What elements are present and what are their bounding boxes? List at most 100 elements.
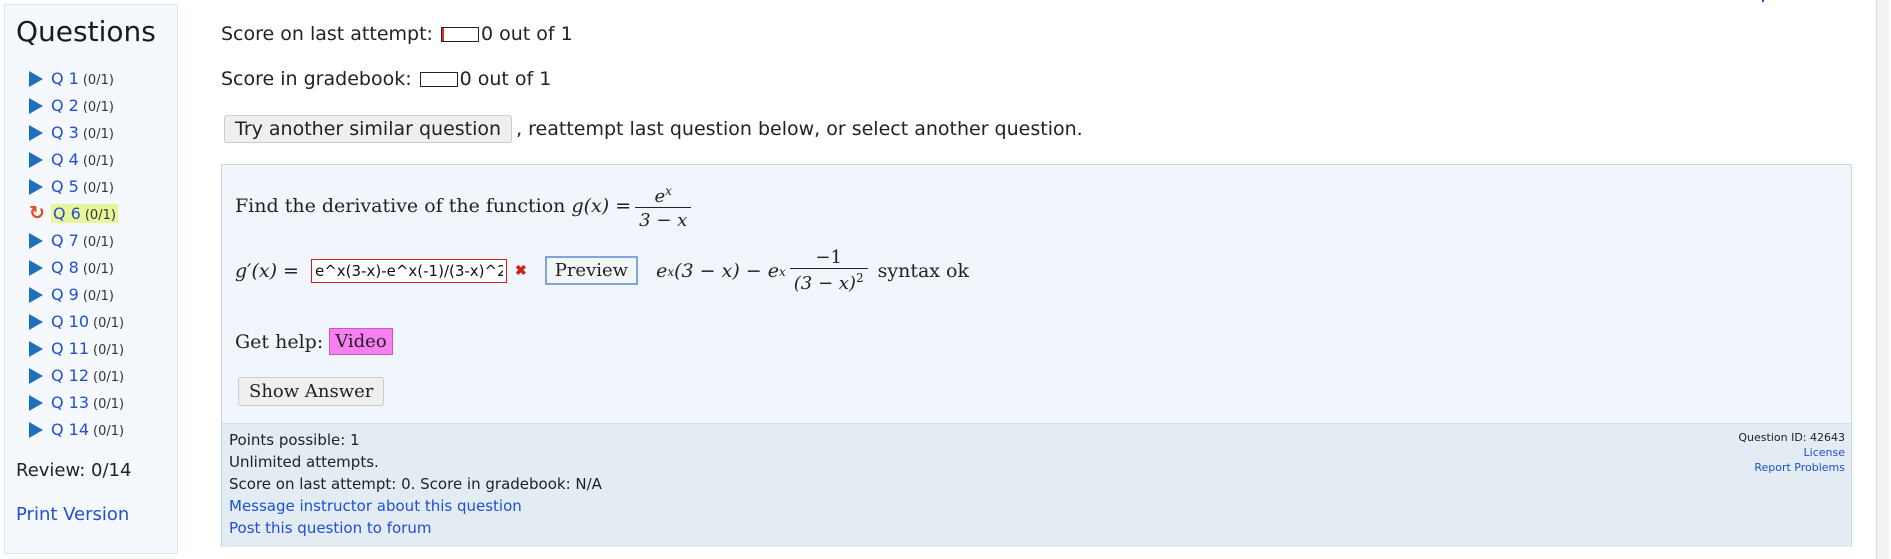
question-score: (0/1) [93, 397, 125, 412]
sidebar-question-item[interactable]: Q 13 (0/1) [29, 389, 124, 416]
sidebar-title: Questions [16, 15, 156, 48]
help-label: Get help: [235, 330, 324, 353]
question-link[interactable]: Q 2 [51, 96, 79, 115]
preview-e1: e [656, 259, 668, 282]
answer-row: g′(x) = ✖ Preview ex (3 − x) − ex −1 (3 … [235, 247, 969, 294]
show-answer-button[interactable]: Show Answer [238, 377, 385, 406]
question-score: (0/1) [93, 316, 125, 331]
question-id: Question ID: 42643 [1738, 431, 1845, 444]
answer-preview: ex (3 − x) − ex −1 (3 − x)2 [656, 247, 872, 294]
incorrect-icon: ✖ [514, 262, 527, 279]
syntax-status: syntax ok [877, 259, 969, 282]
question-list: Q 1 (0/1) Q 2 (0/1) Q 3 (0/1) Q 4 (0/1) Q 5 (0/1)… [29, 65, 124, 443]
play-triangle-icon [29, 367, 43, 384]
preview-frac-den: (3 − x) [793, 273, 856, 294]
sidebar-question-item[interactable]: Q 14 (0/1) [29, 416, 124, 443]
points-possible: Points possible: 1 [229, 431, 360, 449]
question-link[interactable]: Q 10 [51, 312, 89, 331]
sidebar-question-item[interactable]: Q 8 (0/1) [29, 254, 124, 281]
question-score: (0/1) [82, 154, 114, 169]
preview-middle: (3 − x) − e [674, 259, 779, 282]
question-link[interactable]: Q 9 [51, 285, 79, 304]
play-triangle-icon [29, 394, 43, 411]
function-numerator: e [654, 186, 666, 207]
question-info-panel: Points possible: 1 Unlimited attempts. S… [222, 423, 1851, 547]
play-triangle-icon [29, 259, 43, 276]
play-triangle-icon [29, 178, 43, 195]
question-score: (0/1) [84, 208, 116, 223]
try-another-button[interactable]: Try another similar question [224, 115, 513, 143]
answer-lhs: g′(x) = [235, 259, 299, 282]
sidebar-question-item[interactable]: Q 3 (0/1) [29, 119, 124, 146]
question-link[interactable]: Q 5 [51, 177, 79, 196]
last-attempt-value: 0 out of 1 [480, 23, 573, 45]
function-fraction: ex 3 − x [635, 181, 692, 231]
help-row: Get help: Video [235, 328, 393, 355]
question-score: (0/1) [82, 127, 114, 142]
preview-e2-exp: x [778, 265, 786, 279]
question-link[interactable]: Q 4 [51, 150, 79, 169]
report-problems-link[interactable]: Report Problems [1754, 461, 1845, 474]
question-link[interactable]: Q 1 [51, 69, 79, 88]
question-link[interactable]: Q 13 [51, 393, 89, 412]
sidebar-question-item[interactable]: ↻ Q 6 (0/1) [29, 200, 124, 227]
question-score: (0/1) [82, 289, 114, 304]
question-score: (0/1) [93, 343, 125, 358]
question-sidebar: Questions Q 1 (0/1) Q 2 (0/1) Q 3 (0/1) Q 4 (0/… [4, 4, 178, 554]
score-summary: Score on last attempt: 0. Score in grade… [229, 475, 602, 493]
play-triangle-icon [29, 232, 43, 249]
sidebar-question-item[interactable]: Q 2 (0/1) [29, 92, 124, 119]
sidebar-question-item[interactable]: Q 11 (0/1) [29, 335, 124, 362]
question-link[interactable]: Q 14 [51, 420, 89, 439]
question-score: (0/1) [82, 181, 114, 196]
play-triangle-icon [29, 97, 43, 114]
sidebar-question-item[interactable]: Q 12 (0/1) [29, 362, 124, 389]
preview-button[interactable]: Preview [544, 256, 639, 285]
play-triangle-icon [29, 124, 43, 141]
sidebar-question-item[interactable]: Q 7 (0/1) [29, 227, 124, 254]
action-line: Try another similar question, reattempt … [224, 115, 1083, 143]
question-score: (0/1) [82, 235, 114, 250]
function-lhs: g(x) = [571, 195, 632, 217]
question-link[interactable]: Q 12 [51, 366, 89, 385]
play-triangle-icon [29, 70, 43, 87]
page-scrollbar[interactable] [1876, 0, 1889, 559]
question-link[interactable]: Q 8 [51, 258, 79, 277]
sidebar-question-item[interactable]: Q 10 (0/1) [29, 308, 124, 335]
play-triangle-icon [29, 421, 43, 438]
preview-e1-exp: x [667, 265, 675, 279]
sidebar-question-item[interactable]: Q 1 (0/1) [29, 65, 124, 92]
video-help-button[interactable]: Video [329, 328, 393, 355]
attempts-info: Unlimited attempts. [229, 453, 379, 471]
gradebook-score: Score in gradebook: 0 out of 1 [221, 68, 551, 90]
play-triangle-icon [29, 313, 43, 330]
question-link[interactable]: Q 11 [51, 339, 89, 358]
question-link[interactable]: Q 6 [53, 204, 81, 223]
message-instructor-link[interactable]: Message instructor about this question [229, 497, 522, 515]
question-score: (0/1) [82, 100, 114, 115]
preview-frac-num: −1 [815, 247, 842, 268]
last-attempt-score: Score on last attempt: 0 out of 1 [221, 23, 573, 45]
sidebar-question-item[interactable]: Q 5 (0/1) [29, 173, 124, 200]
function-denominator: 3 − x [639, 210, 688, 231]
gradebook-scorebar [419, 72, 458, 87]
preview-frac-den-exp: 2 [855, 271, 864, 285]
answer-input[interactable] [310, 258, 507, 283]
play-triangle-icon [29, 151, 43, 168]
license-link[interactable]: License [1804, 446, 1845, 459]
question-link[interactable]: Q 3 [51, 123, 79, 142]
question-box: Find the derivative of the function g(x)… [221, 164, 1852, 547]
question-score: (0/1) [93, 370, 125, 385]
sidebar-question-item[interactable]: Q 4 (0/1) [29, 146, 124, 173]
review-status: Review: 0/14 [16, 460, 132, 481]
gradebook-value: 0 out of 1 [459, 68, 552, 90]
function-numerator-exp: x [665, 184, 672, 198]
question-score: (0/1) [82, 262, 114, 277]
question-prompt: Find the derivative of the function g(x)… [235, 181, 695, 231]
top-right-link-fragment [1762, 0, 1770, 2]
sidebar-question-item[interactable]: Q 9 (0/1) [29, 281, 124, 308]
post-forum-link[interactable]: Post this question to forum [229, 519, 431, 537]
question-link[interactable]: Q 7 [51, 231, 79, 250]
preview-fraction: −1 (3 − x)2 [789, 247, 868, 294]
print-version-link[interactable]: Print Version [16, 504, 129, 525]
